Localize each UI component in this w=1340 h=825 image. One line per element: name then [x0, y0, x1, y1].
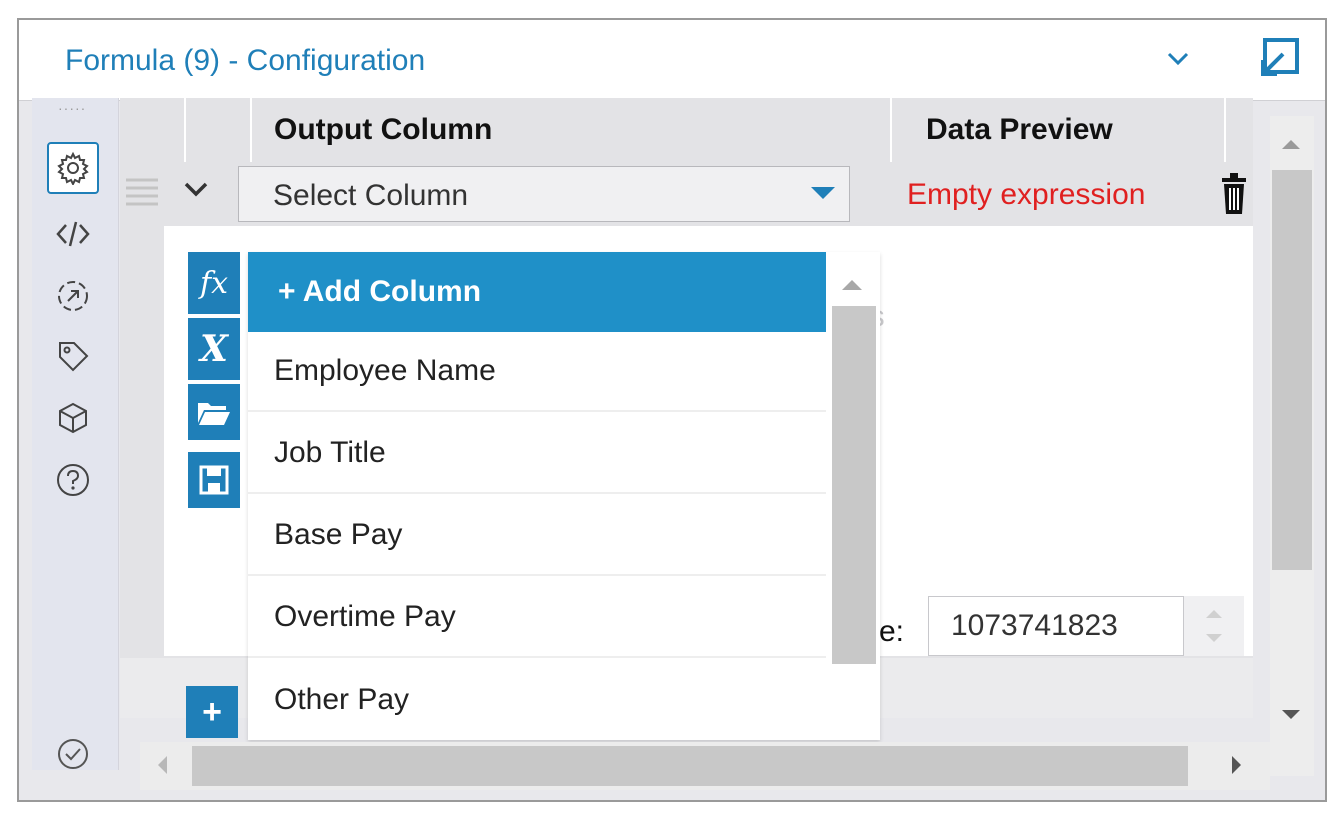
- collapse-row-icon[interactable]: [178, 172, 214, 208]
- size-value: 1073741823: [951, 609, 1118, 642]
- scroll-up-icon[interactable]: [842, 280, 862, 290]
- left-icon-rail: ·····: [32, 98, 119, 770]
- scroll-up-icon[interactable]: [1282, 140, 1300, 149]
- check-circle-icon: [58, 739, 88, 769]
- title-bar: Formula (9) - Configuration: [19, 20, 1325, 101]
- scroll-right-icon[interactable]: [1232, 756, 1241, 774]
- dropdown-option[interactable]: Job Title: [248, 414, 826, 494]
- dropdown-scrollbar[interactable]: [828, 252, 880, 740]
- rail-item-package[interactable]: [47, 392, 99, 444]
- tag-icon: [59, 342, 89, 372]
- gear-icon: [57, 151, 89, 185]
- dropdown-arrow-icon: [811, 187, 835, 199]
- formula-row: Select Column Empty expression: [120, 164, 1253, 224]
- plus-icon: +: [202, 692, 222, 731]
- grid-header: Output Column Data Preview: [120, 98, 1253, 162]
- functions-button[interactable]: fx: [188, 252, 240, 314]
- rail-item-code[interactable]: [47, 208, 99, 260]
- save-expression-button[interactable]: [188, 452, 240, 508]
- dropdown-option-add-column[interactable]: + Add Column: [248, 252, 826, 332]
- trash-icon[interactable]: [1218, 170, 1250, 216]
- data-preview-value: Empty expression: [907, 178, 1146, 211]
- expand-window-icon[interactable]: [1255, 34, 1305, 82]
- dropdown-option[interactable]: Other Pay: [248, 660, 826, 740]
- add-expression-button[interactable]: +: [186, 686, 238, 738]
- window-title: Formula (9) - Configuration: [65, 44, 426, 77]
- horizontal-scrollbar[interactable]: [140, 742, 1270, 790]
- folder-open-icon: [198, 403, 230, 425]
- rail-item-help[interactable]: [47, 454, 99, 506]
- header-divider: [1224, 98, 1226, 162]
- header-divider: [890, 98, 892, 162]
- rail-item-status[interactable]: [47, 728, 99, 780]
- dropdown-option[interactable]: Overtime Pay: [248, 578, 826, 658]
- fx-icon: fx: [199, 265, 229, 301]
- horizontal-scroll-thumb[interactable]: [192, 746, 1188, 786]
- code-icon: [56, 221, 90, 247]
- drag-grip-icon[interactable]: ·····: [58, 100, 86, 116]
- spinner-arrows-icon: [1206, 610, 1222, 642]
- target-icon: [58, 281, 88, 311]
- header-divider: [250, 98, 252, 162]
- size-spinner[interactable]: [1184, 596, 1244, 656]
- select-value: Select Column: [273, 179, 469, 212]
- size-input[interactable]: 1073741823: [928, 596, 1184, 656]
- drag-handle-icon[interactable]: [124, 172, 160, 214]
- rail-item-annotation[interactable]: [47, 270, 99, 322]
- save-icon: [199, 465, 229, 495]
- header-divider: [184, 98, 186, 162]
- header-output-column[interactable]: Output Column: [274, 98, 492, 162]
- output-column-select[interactable]: Select Column: [238, 166, 850, 222]
- dropdown-scroll-thumb[interactable]: [832, 306, 876, 664]
- row-gutter: [120, 226, 164, 656]
- scroll-left-icon[interactable]: [158, 756, 167, 774]
- dropdown-option[interactable]: Employee Name: [248, 332, 826, 412]
- open-expression-button[interactable]: [188, 384, 240, 440]
- column-dropdown-list: + Add Column Employee Name Job Title Bas…: [248, 252, 880, 740]
- chevron-down-icon[interactable]: [1161, 42, 1195, 76]
- vertical-scroll-thumb[interactable]: [1272, 170, 1312, 570]
- dropdown-option[interactable]: Base Pay: [248, 496, 826, 576]
- cube-icon: [59, 402, 87, 434]
- vertical-scrollbar[interactable]: [1270, 116, 1314, 776]
- rail-item-configuration[interactable]: [47, 142, 99, 194]
- scroll-down-icon[interactable]: [1282, 710, 1300, 719]
- variables-button[interactable]: X: [188, 318, 240, 380]
- variable-icon: X: [200, 328, 228, 370]
- header-data-preview[interactable]: Data Preview: [926, 98, 1113, 162]
- help-icon: [57, 464, 89, 496]
- rail-item-tags[interactable]: [47, 330, 99, 382]
